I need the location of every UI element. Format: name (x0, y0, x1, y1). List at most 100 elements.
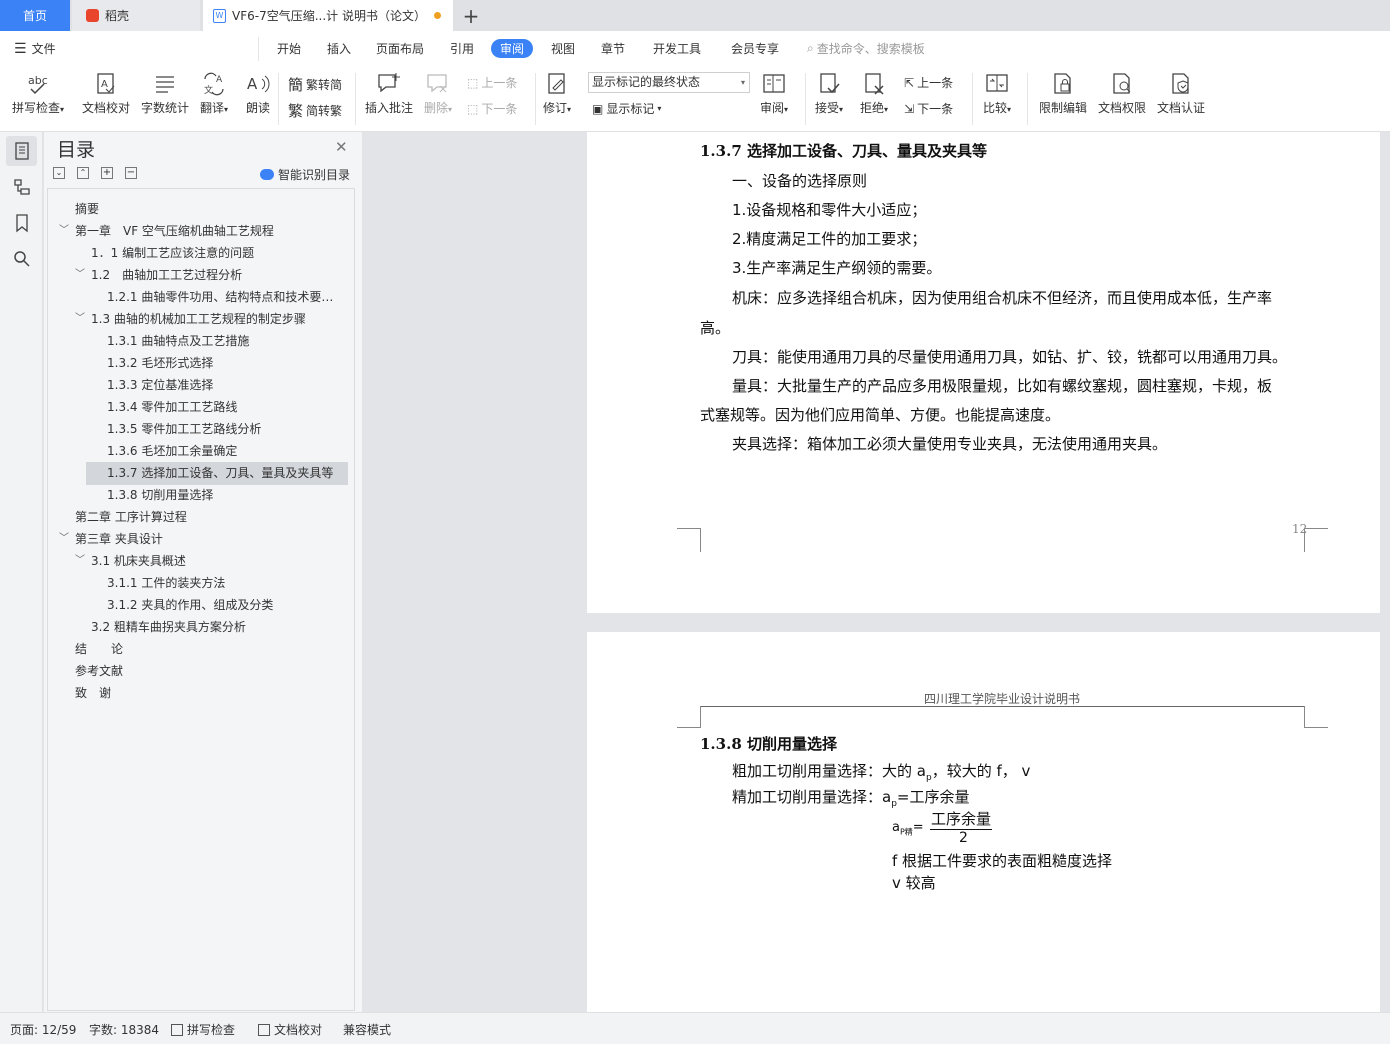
body-line: 机床：应多选择组合机床，因为使用组合机床不但经济，而且使用成本低，生产率 (732, 289, 1273, 307)
toc-item[interactable]: 第二章 工序计算过程 (75, 506, 345, 528)
bookmark-icon[interactable] (12, 213, 32, 233)
tab-daoke[interactable]: 稻壳 (72, 0, 200, 31)
trad-to-simp-button[interactable]: 簡繁转简 (288, 74, 342, 95)
body-line: 式塞规等。因为他们应用简单、方便。也能提高速度。 (700, 406, 1061, 424)
word-count-icon (156, 76, 174, 93)
toc-item-label: 第三章 夹具设计 (75, 532, 163, 546)
command-search[interactable]: ⌕ 查找命令、搜索模板 (807, 40, 925, 57)
toc-item[interactable]: 结 论 (75, 638, 345, 660)
status-doc-proof[interactable]: 文档校对 (258, 1021, 322, 1038)
expand-arrow-icon[interactable]: ﹀ (75, 550, 85, 572)
menu-start[interactable]: 开始 (277, 40, 301, 57)
toc-item[interactable]: ﹀ 第一章 VF 空气压缩机曲轴工艺规程 (59, 220, 345, 242)
insert-comment-button[interactable]: 插入批注 (365, 71, 413, 116)
doc-certify-button[interactable]: 文档认证 (1157, 71, 1205, 116)
toc-item[interactable]: ﹀ 1.2 曲轴加工工艺过程分析 (75, 264, 345, 286)
toc-item[interactable]: ﹀ 第三章 夹具设计 (59, 528, 345, 550)
tab-document-label: VF6-7空气压缩...计 说明书（论文） (232, 9, 426, 23)
expand-arrow-icon[interactable]: ﹀ (59, 528, 69, 550)
review-pane-button[interactable]: 审阅▾ (760, 71, 788, 116)
formula-denominator: 2 (959, 830, 968, 846)
spell-check-button[interactable]: abc 拼写检查▾ (12, 71, 64, 116)
toc-item[interactable]: 3.2 粗精车曲拐夹具方案分析 (91, 616, 345, 638)
page-indicator[interactable]: 页面: 12/59 (10, 1021, 76, 1038)
toc-item[interactable]: 1.3.4 零件加工工艺路线 (107, 396, 345, 418)
doc-proof-button[interactable]: A 文档校对 (82, 71, 130, 116)
next-comment-button[interactable]: ⬚ 下一条 (467, 100, 517, 117)
collapse-all-icon[interactable]: ⌄ (53, 167, 65, 179)
body-line: 3.生产率满足生产纲领的需要。 (732, 259, 942, 277)
expand-up-icon[interactable]: ⌃ (77, 167, 89, 179)
prev-comment-button[interactable]: ⬚ 上一条 (467, 74, 517, 91)
markup-state-select[interactable]: 显示标记的最终状态 ▾ (588, 72, 750, 93)
body-line: 2.精度满足工件的加工要求； (732, 230, 927, 248)
toc-item[interactable]: 3.1.1 工件的装夹方法 (107, 572, 345, 594)
margin-corner-mark (1304, 706, 1328, 728)
close-icon[interactable]: ✕ (335, 138, 348, 156)
minus-icon[interactable]: − (125, 167, 137, 179)
toc-item[interactable]: ﹀ 1.3 曲轴的机械加工工艺规程的制定步骤 (75, 308, 345, 330)
track-changes-button[interactable]: 修订▾ (543, 71, 571, 116)
tab-document[interactable]: W VF6-7空气压缩...计 说明书（论文） (203, 0, 453, 31)
toc-item[interactable]: 1.2.1 曲轴零件功用、结构特点和技术要求分析 (107, 286, 345, 308)
smart-toc-button[interactable]: 智能识别目录 (260, 166, 350, 183)
formula-lhs-var: a (892, 820, 900, 835)
prev-change-button[interactable]: ⇱ 上一条 (904, 74, 953, 91)
read-aloud-button[interactable]: A 朗读 (245, 71, 271, 116)
toc-item-label: 第二章 工序计算过程 (75, 510, 187, 524)
compat-mode: 兼容模式 (343, 1023, 392, 1037)
toc-item[interactable]: 参考文献 (75, 660, 345, 682)
menu-view[interactable]: 视图 (551, 40, 575, 57)
toc-item[interactable]: 1.3.8 切削用量选择 (107, 484, 345, 506)
expand-arrow-icon[interactable]: ﹀ (59, 220, 69, 242)
toc-item[interactable]: 致 谢 (75, 682, 345, 704)
toc-item[interactable]: 1.3.5 零件加工工艺路线分析 (107, 418, 345, 440)
word-count-button[interactable]: 字数统计 (141, 71, 189, 116)
restrict-editing-label: 限制编辑 (1039, 101, 1088, 115)
restrict-editing-button[interactable]: 限制编辑 (1039, 71, 1087, 116)
delete-comment-label: 删除 (424, 101, 449, 115)
toc-item[interactable]: 1.3.3 定位基准选择 (107, 374, 345, 396)
outline-icon[interactable] (12, 177, 32, 197)
menu-references[interactable]: 引用 (450, 40, 474, 57)
toc-view-icon[interactable] (12, 141, 32, 161)
toc-item[interactable]: 1.3.6 毛坯加工余量确定 (107, 440, 345, 462)
spell-check-label: 拼写检查 (12, 101, 61, 115)
translate-button[interactable]: 文A 翻译▾ (200, 71, 228, 116)
command-search-placeholder: 查找命令、搜索模板 (816, 42, 925, 56)
status-spell-check[interactable]: 拼写检查 (171, 1021, 235, 1038)
file-menu[interactable]: ☰ 文件 (14, 40, 56, 57)
menu-insert[interactable]: 插入 (327, 40, 351, 57)
toc-item-selected[interactable]: 1.3.7 选择加工设备、刀具、量具及夹具等 (107, 462, 345, 484)
toc-item[interactable]: 3.1.2 夹具的作用、组成及分类 (107, 594, 345, 616)
plus-icon[interactable]: + (101, 167, 113, 179)
toc-item-label: 3.1 机床夹具概述 (91, 554, 186, 568)
toc-item[interactable]: 1.3.2 毛坯形式选择 (107, 352, 345, 374)
delete-comment-button[interactable]: 删除▾ (424, 71, 452, 116)
new-tab-button[interactable]: + (458, 0, 484, 31)
menu-chapter[interactable]: 章节 (601, 40, 625, 57)
toc-item[interactable]: 摘要 (75, 198, 345, 220)
menu-dev-tools[interactable]: 开发工具 (653, 40, 701, 57)
toc-item[interactable]: 1.3.1 曲轴特点及工艺措施 (107, 330, 345, 352)
tab-home[interactable]: 首页 (0, 0, 70, 31)
next-change-button[interactable]: ⇲ 下一条 (904, 100, 953, 117)
menu-member[interactable]: 会员专享 (731, 40, 779, 57)
menu-page-layout[interactable]: 页面布局 (376, 40, 424, 57)
reject-button[interactable]: 拒绝▾ (860, 71, 888, 116)
show-markup-button[interactable]: ▣ 显示标记 ▾ (592, 100, 661, 117)
compare-label: 比较 (983, 101, 1008, 115)
simp-to-trad-button[interactable]: 繁简转繁 (288, 100, 342, 121)
fine-cut-tail: =工序余量 (896, 788, 970, 806)
menu-review[interactable]: 审阅 (491, 39, 534, 58)
toc-item[interactable]: ﹀ 3.1 机床夹具概述 (75, 550, 345, 572)
tab-home-label: 首页 (22, 9, 47, 23)
expand-arrow-icon[interactable]: ﹀ (75, 308, 85, 330)
accept-button[interactable]: 接受▾ (815, 71, 843, 116)
compare-button[interactable]: 比较▾ (983, 71, 1011, 116)
search-icon[interactable] (12, 249, 32, 269)
doc-permission-button[interactable]: 文档权限 (1098, 71, 1146, 116)
toc-item[interactable]: 1．1 编制工艺应该注意的问题 (91, 242, 345, 264)
word-count-indicator[interactable]: 字数: 18384 (89, 1021, 159, 1038)
expand-arrow-icon[interactable]: ﹀ (75, 264, 85, 286)
